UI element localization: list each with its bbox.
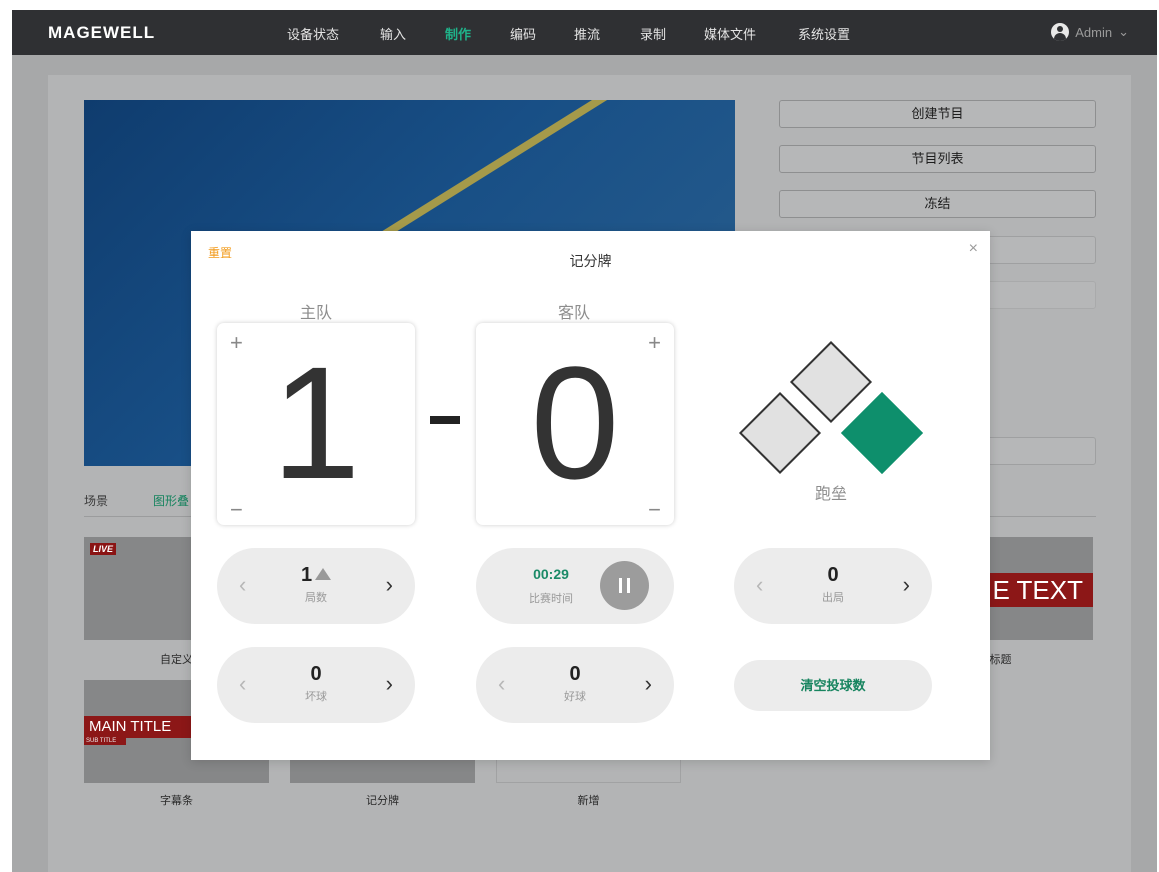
balls-control: ‹ 0 坏球 ›	[217, 647, 415, 723]
create-program-button[interactable]: 创建节目	[779, 100, 1096, 128]
away-score-minus-button[interactable]: −	[648, 499, 661, 521]
thumb-caption-add: 新增	[577, 795, 600, 807]
nav-item-media-files[interactable]: 媒体文件	[704, 24, 756, 43]
game-timer-value: 00:29	[533, 566, 569, 582]
tab-graphics[interactable]: 图形叠	[153, 492, 189, 509]
away-score-card: + 0 −	[476, 323, 674, 525]
pause-icon[interactable]	[600, 561, 649, 610]
program-list-button[interactable]: 节目列表	[779, 145, 1096, 173]
nav-item-system-settings[interactable]: 系统设置	[798, 24, 850, 43]
game-timer-label: 比赛时间	[529, 593, 573, 605]
user-avatar-icon	[1051, 23, 1070, 41]
thumb-caption-lower-third: 字幕条	[160, 795, 193, 807]
balls-next-button[interactable]: ›	[386, 671, 393, 697]
clear-pitch-count-button[interactable]: 清空投球数	[734, 660, 932, 711]
bases-diamond	[731, 339, 931, 484]
lower-third-subtitle: SUB TITLE	[84, 738, 126, 745]
lower-third-title: MAIN TITLE	[84, 716, 194, 738]
bases-label: 跑垒	[814, 486, 847, 503]
volleyball-net-stripe	[361, 100, 629, 252]
close-icon[interactable]: ×	[969, 240, 978, 258]
outs-next-button[interactable]: ›	[903, 572, 910, 598]
strikes-next-button[interactable]: ›	[645, 671, 652, 697]
third-base-toggle[interactable]	[738, 391, 822, 475]
outs-control: ‹ 0 出局 ›	[734, 548, 932, 624]
live-badge: LIVE	[90, 543, 117, 555]
game-timer-control: 00:29 比赛时间	[476, 548, 674, 624]
nav-item-input[interactable]: 输入	[380, 24, 406, 43]
inning-next-button[interactable]: ›	[386, 572, 393, 598]
nav-item-encoding[interactable]: 编码	[510, 24, 536, 43]
home-score-card: + 1 −	[217, 323, 415, 525]
user-name: Admin	[1075, 24, 1113, 40]
away-score-value: 0	[530, 333, 620, 512]
user-menu[interactable]: Admin ⌄	[1051, 23, 1129, 41]
home-team-label: 主队	[299, 305, 332, 322]
inning-top-half-icon	[315, 567, 332, 580]
strikes-control: ‹ 0 好球 ›	[476, 647, 674, 723]
magewell-logo: MAGEWELL	[48, 23, 156, 42]
scoreboard-dialog: 重置 记分牌 × 主队 客队 + 1 − + 0 − 跑垒 ‹ 1 局数 › 0…	[191, 231, 990, 760]
first-base-toggle[interactable]	[840, 391, 924, 475]
away-team-label: 客队	[557, 305, 590, 322]
nav-item-recording[interactable]: 录制	[640, 24, 666, 43]
top-nav-bar: MAGEWELL 设备状态 输入 制作 编码 推流 录制 媒体文件 系统设置 A…	[12, 10, 1157, 55]
chevron-down-icon: ⌄	[1118, 24, 1129, 39]
score-separator	[430, 416, 460, 424]
dialog-title: 记分牌	[569, 253, 612, 269]
home-score-value: 1	[271, 333, 361, 512]
home-score-minus-button[interactable]: −	[230, 499, 243, 521]
tab-scenes[interactable]: 场景	[84, 492, 108, 509]
nav-item-streaming[interactable]: 推流	[574, 24, 600, 43]
thumb-caption-scoreboard: 记分牌	[366, 795, 399, 807]
freeze-button[interactable]: 冻结	[779, 190, 1096, 218]
second-base-toggle[interactable]	[789, 340, 873, 424]
nav-item-production[interactable]: 制作	[445, 24, 471, 43]
nav-item-device-status[interactable]: 设备状态	[287, 24, 339, 43]
inning-control: ‹ 1 局数 ›	[217, 548, 415, 624]
